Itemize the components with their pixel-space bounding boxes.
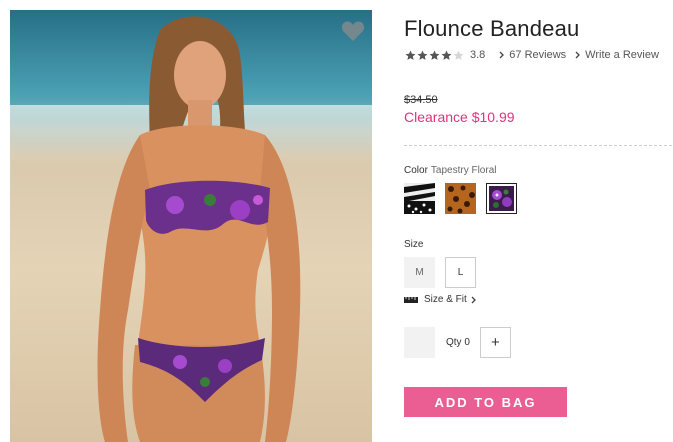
quantity-stepper: Qty 0 + — [404, 327, 511, 358]
size-option-m[interactable]: M — [404, 257, 435, 288]
swatch-leopard-print[interactable] — [445, 183, 476, 214]
swatch-zebra-print[interactable] — [404, 183, 435, 214]
color-swatches — [404, 183, 527, 214]
product-title: Flounce Bandeau — [404, 16, 580, 41]
rating-row: 3.8 67 Reviews Write a Review — [405, 48, 659, 62]
size-label: Size — [404, 239, 424, 250]
star-icon — [417, 50, 428, 60]
zebra-print-swatch — [404, 183, 435, 214]
rating-value: 3.8 — [470, 49, 486, 61]
size-fit-label: Size & Fit — [424, 294, 467, 305]
product-image — [10, 10, 372, 442]
original-price: $34.50 — [404, 94, 438, 106]
reviews-link[interactable]: 67 Reviews — [499, 49, 566, 61]
star-icon — [405, 50, 416, 60]
star-icon — [441, 50, 452, 60]
chevron-right-icon — [499, 51, 505, 59]
rating-stars — [405, 50, 465, 61]
sale-price: Clearance $10.99 — [404, 109, 515, 125]
chevron-right-icon — [471, 296, 476, 303]
quantity-plus-button[interactable]: + — [479, 327, 511, 358]
star-empty-icon — [453, 50, 464, 60]
selected-color-name: Tapestry Floral — [430, 165, 497, 176]
swatch-tapestry-floral[interactable] — [486, 183, 517, 214]
write-review-label: Write a Review — [585, 49, 659, 61]
favorite-heart-icon[interactable] — [341, 20, 365, 42]
write-review-link[interactable]: Write a Review — [575, 49, 659, 61]
divider — [404, 145, 672, 146]
size-option-l[interactable]: L — [445, 257, 476, 288]
ruler-icon — [404, 297, 418, 303]
quantity-minus-button[interactable] — [404, 327, 435, 358]
leopard-print-swatch — [445, 183, 476, 214]
size-options: M L — [404, 257, 486, 288]
color-label: Color Tapestry Floral — [404, 165, 496, 176]
star-icon — [429, 50, 440, 60]
add-to-bag-button[interactable]: ADD TO BAG — [404, 387, 567, 417]
quantity-label: Qty 0 — [446, 337, 470, 348]
color-label-text: Color — [404, 165, 428, 176]
chevron-right-icon — [575, 51, 581, 59]
model-figure — [97, 16, 301, 442]
tapestry-floral-swatch — [489, 186, 514, 211]
reviews-link-label: 67 Reviews — [509, 49, 567, 61]
size-fit-link[interactable]: Size & Fit — [404, 294, 476, 305]
